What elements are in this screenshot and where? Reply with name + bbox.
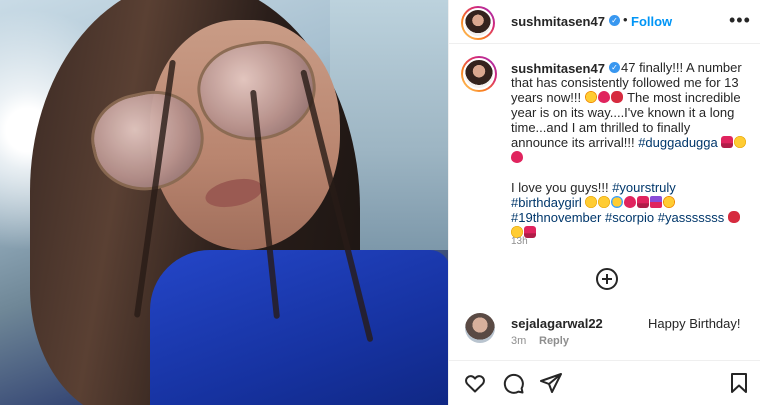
hashtag-link[interactable]: #scorpio	[605, 210, 654, 225]
heart-emoji-icon	[597, 91, 610, 103]
more-options-icon[interactable]: •••	[729, 10, 751, 31]
dancer-emoji-icon	[637, 196, 650, 208]
reply-button[interactable]: Reply	[539, 335, 569, 347]
post-photo[interactable]	[0, 0, 448, 405]
kiss-mark-icon	[727, 211, 740, 223]
author-username[interactable]: sushmitasen47	[511, 14, 605, 29]
smiling-face-icon	[734, 136, 747, 148]
heart-icon[interactable]	[463, 371, 487, 395]
dancer-emoji-icon	[721, 136, 734, 148]
commenter-avatar[interactable]	[465, 313, 495, 343]
commenter-username[interactable]: sejalagarwal22	[511, 316, 603, 331]
heart-emoji-icon	[624, 196, 637, 208]
comment-text: Happy Birthday!	[648, 316, 741, 331]
hashtag-link[interactable]: #yourstruly	[612, 180, 676, 195]
smiling-face-icon	[584, 91, 597, 103]
kiss-mark-icon	[610, 91, 623, 103]
caption-text: 47 finally!!! A number that has consiste…	[511, 60, 749, 240]
share-icon[interactable]	[539, 371, 563, 395]
follow-button[interactable]: Follow	[631, 14, 672, 29]
bookmark-icon[interactable]	[727, 371, 751, 395]
gift-emoji-icon	[650, 196, 663, 208]
heart-emoji-icon	[511, 151, 523, 163]
blue-top	[150, 250, 448, 405]
plus-circle-icon[interactable]	[596, 268, 618, 290]
comment-timestamp[interactable]: 3m	[511, 335, 526, 347]
party-face-icon	[611, 196, 624, 208]
separator-dot: •	[623, 12, 628, 27]
hashtag-link[interactable]: #duggadugga	[638, 135, 718, 150]
verified-badge-icon: ✓	[609, 15, 620, 26]
hashtag-link[interactable]: #yasssssss	[658, 210, 724, 225]
caption-author-avatar[interactable]	[461, 56, 497, 92]
author-avatar[interactable]	[461, 6, 495, 40]
caption-line: I love you guys!!!	[511, 180, 609, 195]
caption-timestamp[interactable]: 13h	[511, 236, 528, 247]
hugging-face-icon	[663, 196, 676, 208]
hashtag-link[interactable]: #19thnovember	[511, 210, 601, 225]
hashtag-link[interactable]: #birthdaygirl	[511, 195, 582, 210]
comment-icon[interactable]	[501, 371, 525, 395]
action-bar	[449, 360, 760, 405]
post-sidebar: sushmitasen47 ✓ • Follow ••• sushmitasen…	[448, 0, 760, 405]
smiling-face-icon	[598, 196, 611, 208]
post-header: sushmitasen47 ✓ • Follow •••	[449, 0, 760, 44]
smiling-face-icon	[585, 196, 598, 208]
